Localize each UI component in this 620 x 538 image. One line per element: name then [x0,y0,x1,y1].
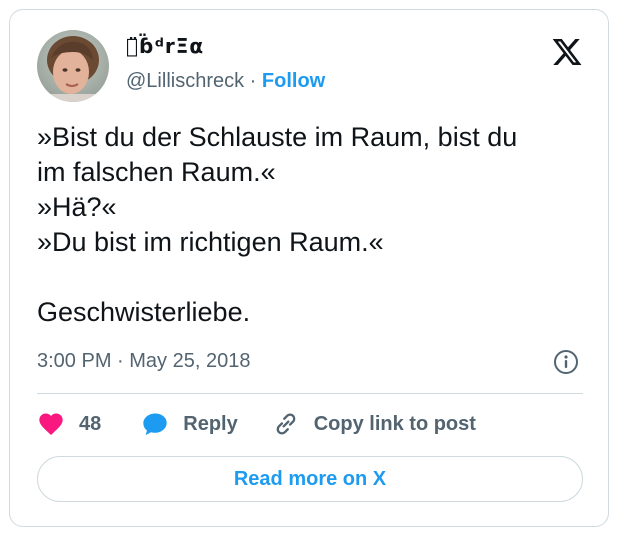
tweet-timestamp[interactable]: 3:00 PM · May 25, 2018 [37,350,250,373]
tweet-text: »Bist du der Schlauste im Raum, bist du … [37,120,597,330]
x-logo-icon[interactable] [550,36,584,68]
copy-link-label: Copy link to post [313,412,476,435]
reply-bubble-icon [143,413,167,436]
tweet-text-line: »Bist du der Schlauste im Raum, bist du [37,122,518,152]
tweet-text-line: »Du bist im richtigen Raum.« [37,227,384,257]
read-more-button[interactable]: Read more on X [37,456,583,502]
author-name[interactable]: ด̈ɓ̈ᵈrΞα [126,34,204,58]
divider [37,393,583,394]
heart-icon [39,413,63,435]
like-count: 48 [79,412,102,435]
tweet-text-line: »Hä?« [37,192,117,222]
separator-dot: · [249,70,257,92]
avatar-image [37,30,109,102]
avatar[interactable] [37,30,109,102]
reply-button[interactable]: Reply [141,410,238,438]
copy-link-button[interactable]: Copy link to post [272,410,476,438]
tweet-card: ด̈ɓ̈ᵈrΞα @Lillischreck · Follow »Bist du… [9,9,609,527]
action-bar: 48 Reply Copy link to post [37,408,476,440]
reply-label: Reply [183,412,238,435]
author-handle-line: @Lillischreck · Follow [126,70,325,93]
tweet-text-line: im falschen Raum.« [37,157,276,187]
info-icon[interactable] [553,349,579,375]
like-button[interactable]: 48 [37,410,101,438]
author-handle[interactable]: @Lillischreck [126,70,244,92]
follow-button[interactable]: Follow [262,70,325,92]
tweet-text-closing: Geschwisterliebe. [37,297,251,327]
link-icon [276,413,296,435]
